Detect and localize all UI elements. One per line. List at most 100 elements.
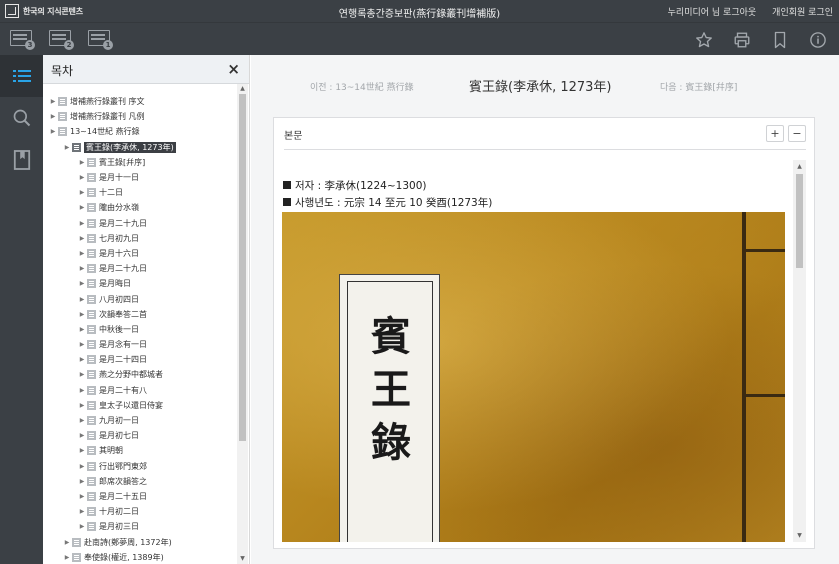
expand-arrow-icon[interactable]: ▶ (78, 204, 86, 211)
binding-stitch (746, 394, 785, 397)
toc-item-label: 賓王錄[幷序] (99, 157, 146, 167)
expand-arrow-icon[interactable]: ▶ (78, 387, 86, 394)
expand-arrow-icon[interactable]: ▶ (78, 341, 86, 348)
logout-link[interactable]: 누리미디어 님 로그아웃 (668, 5, 757, 18)
toc-item[interactable]: ▶ 是月十六日 (43, 246, 235, 261)
toc-item[interactable]: ▶ 是月二十有八 (43, 383, 235, 398)
toc-item-label: 奉使錄(權近, 1389年) (84, 552, 164, 562)
toc-item[interactable]: ▶ 賓王錄(李承休, 1273年) (43, 140, 235, 155)
toc-item-label: 是月晦日 (99, 279, 131, 289)
toc-item[interactable]: ▶ 郎席次韻答之 (43, 474, 235, 489)
bookmark-icon[interactable] (769, 29, 791, 51)
document-icon (87, 324, 96, 334)
expand-arrow-icon[interactable]: ▶ (78, 326, 86, 333)
toc-item[interactable]: ▶ 其明朝 (43, 443, 235, 458)
toc-item-label: 八月初四日 (99, 294, 139, 304)
document-icon (87, 522, 96, 532)
scroll-up-icon[interactable]: ▲ (796, 163, 803, 170)
scroll-thumb[interactable] (239, 94, 246, 441)
toc-item[interactable]: ▶ 是月初七日 (43, 428, 235, 443)
toc-item[interactable]: ▶ 奉使錄(權近, 1389年) (43, 550, 235, 564)
toc-item[interactable]: ▶ 皇太子以還日侍宴 (43, 398, 235, 413)
document-icon (87, 385, 96, 395)
expand-arrow-icon[interactable]: ▶ (63, 539, 71, 546)
expand-arrow-icon[interactable]: ▶ (78, 371, 86, 378)
toc-item[interactable]: ▶ 13~14世紀 燕行錄 (43, 124, 235, 139)
expand-arrow-icon[interactable]: ▶ (78, 402, 86, 409)
expand-arrow-icon[interactable]: ▶ (78, 174, 86, 181)
toc-item[interactable]: ▶ 七月初九日 (43, 231, 235, 246)
document-icon (87, 340, 96, 350)
info-icon[interactable] (807, 29, 829, 51)
close-icon[interactable]: × (227, 60, 240, 78)
toc-item[interactable]: ▶ 是月初三日 (43, 519, 235, 534)
toc-item[interactable]: ▶ 行出鄂門東郊 (43, 459, 235, 474)
expand-arrow-icon[interactable]: ▶ (49, 128, 57, 135)
toc-item[interactable]: ▶ 是月晦日 (43, 276, 235, 291)
zoom-in-button[interactable]: + (766, 125, 784, 142)
document-icon (87, 431, 96, 441)
scroll-up-icon[interactable]: ▲ (239, 85, 246, 93)
toc-item[interactable]: ▶ 十月初二日 (43, 504, 235, 519)
content-scrollbar[interactable]: ▲ ▼ (793, 160, 806, 542)
star-icon[interactable] (693, 29, 715, 51)
expand-arrow-icon[interactable]: ▶ (78, 265, 86, 272)
toc-item[interactable]: ▶ 賓王錄[幷序] (43, 155, 235, 170)
toc-item[interactable]: ▶ 八月初四日 (43, 291, 235, 306)
expand-arrow-icon[interactable]: ▶ (78, 220, 86, 227)
expand-arrow-icon[interactable]: ▶ (63, 554, 71, 561)
expand-arrow-icon[interactable]: ▶ (78, 508, 86, 515)
scroll-thumb[interactable] (796, 174, 803, 268)
toc-item[interactable]: ▶ 是月二十五日 (43, 489, 235, 504)
layout-2-button[interactable]: 2 (49, 29, 75, 50)
toc-item[interactable]: ▶ 次韻奉答二首 (43, 307, 235, 322)
expand-arrow-icon[interactable]: ▶ (78, 311, 86, 318)
toc-tab[interactable] (0, 55, 43, 97)
document-icon (87, 294, 96, 304)
search-tab[interactable] (0, 97, 43, 139)
toc-item[interactable]: ▶ 是月十一日 (43, 170, 235, 185)
expand-arrow-icon[interactable]: ▶ (78, 478, 86, 485)
expand-arrow-icon[interactable]: ▶ (78, 280, 86, 287)
expand-arrow-icon[interactable]: ▶ (78, 159, 86, 166)
layout-badge: 1 (103, 40, 113, 50)
expand-arrow-icon[interactable]: ▶ (78, 296, 86, 303)
expand-arrow-icon[interactable]: ▶ (78, 463, 86, 470)
toc-item[interactable]: ▶ 十二日 (43, 185, 235, 200)
expand-arrow-icon[interactable]: ▶ (78, 250, 86, 257)
zoom-out-button[interactable]: − (788, 125, 806, 142)
expand-arrow-icon[interactable]: ▶ (78, 189, 86, 196)
expand-arrow-icon[interactable]: ▶ (49, 113, 57, 120)
toc-item[interactable]: ▶ 燕之分野中都城者 (43, 367, 235, 382)
scroll-down-icon[interactable]: ▼ (239, 555, 246, 563)
expand-arrow-icon[interactable]: ▶ (63, 144, 71, 151)
toc-item[interactable]: ▶ 赴南詩(鄭夢周, 1372年) (43, 534, 235, 549)
layout-3-button[interactable]: 3 (10, 29, 36, 50)
expand-arrow-icon[interactable]: ▶ (78, 417, 86, 424)
next-link[interactable]: 다음 : 賓王錄[幷序] (660, 80, 737, 93)
bookmarks-tab[interactable] (0, 139, 43, 181)
expand-arrow-icon[interactable]: ▶ (78, 447, 86, 454)
toc-item[interactable]: ▶ 增補燕行錄叢刊 凡例 (43, 109, 235, 124)
expand-arrow-icon[interactable]: ▶ (78, 235, 86, 242)
toc-item[interactable]: ▶ 中秋後一日 (43, 322, 235, 337)
expand-arrow-icon[interactable]: ▶ (78, 493, 86, 500)
expand-arrow-icon[interactable]: ▶ (49, 98, 57, 105)
toc-scrollbar[interactable]: ▲ ▼ (237, 84, 248, 564)
toc-item[interactable]: ▶ 是月二十九日 (43, 261, 235, 276)
expand-arrow-icon[interactable]: ▶ (78, 523, 86, 530)
expand-arrow-icon[interactable]: ▶ (78, 432, 86, 439)
layout-1-button[interactable]: 1 (88, 29, 114, 50)
toc-item[interactable]: ▶ 增補燕行錄叢刊 序文 (43, 94, 235, 109)
expand-arrow-icon[interactable]: ▶ (78, 356, 86, 363)
toc-item[interactable]: ▶ 是月念有一日 (43, 337, 235, 352)
scroll-down-icon[interactable]: ▼ (796, 532, 803, 539)
toc-item[interactable]: ▶ 是月二十四日 (43, 352, 235, 367)
list-icon (12, 70, 31, 82)
print-icon[interactable] (731, 29, 753, 51)
toc-item[interactable]: ▶ 是月二十九日 (43, 216, 235, 231)
prev-link[interactable]: 이전 : 13~14世紀 燕行錄 (310, 80, 414, 93)
toc-item[interactable]: ▶ 隴由分水嶺 (43, 200, 235, 215)
personal-login-link[interactable]: 개인회원 로그인 (772, 5, 833, 18)
toc-item[interactable]: ▶ 九月初一日 (43, 413, 235, 428)
